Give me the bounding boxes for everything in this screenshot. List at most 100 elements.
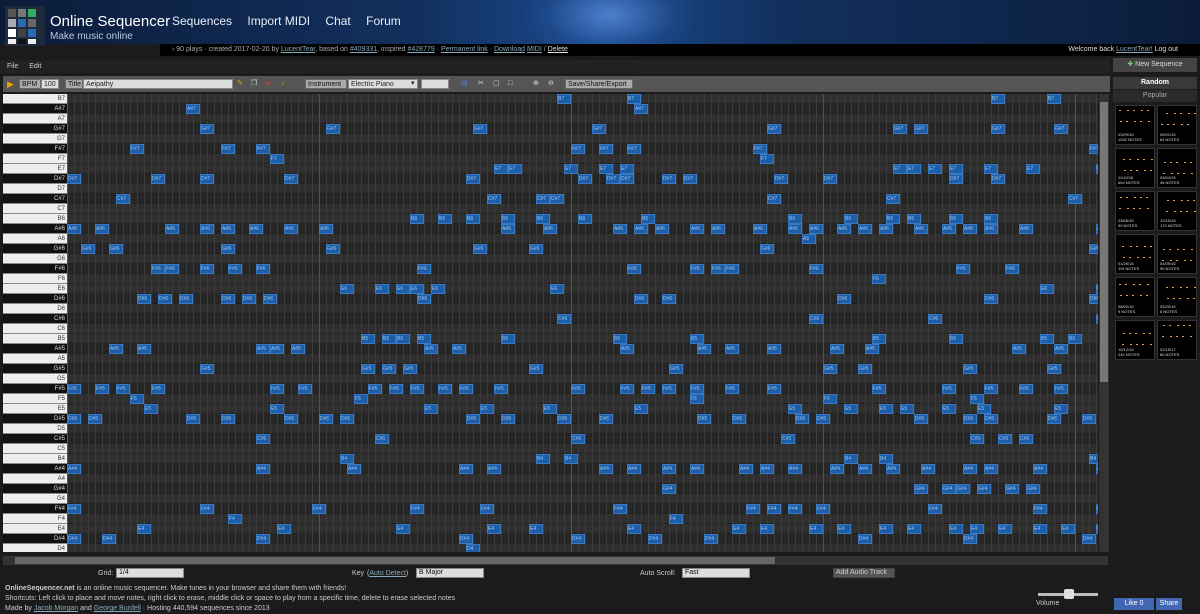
note-block[interactable]: D#7 <box>200 174 214 184</box>
note-block[interactable]: A#5 <box>1012 344 1026 354</box>
note-block[interactable]: F#7 <box>571 144 585 154</box>
note-block[interactable]: B4 <box>340 454 354 464</box>
note-block[interactable]: F#6 <box>417 264 431 274</box>
play-icon[interactable]: ▶ <box>7 79 15 89</box>
note-block[interactable]: C#7 <box>116 194 130 204</box>
note-block[interactable]: E7 <box>893 164 907 174</box>
note-block[interactable]: E4 <box>1033 524 1047 534</box>
note-block[interactable]: G#5 <box>382 364 396 374</box>
note-block[interactable]: G#6 <box>760 244 774 254</box>
note-block[interactable]: A#4 <box>830 464 844 474</box>
note-block[interactable]: D#4 <box>1082 534 1096 544</box>
sequence-thumbnail[interactable]: 10/12/16 240 NOTES <box>1115 320 1155 360</box>
piano-key[interactable]: F#7 <box>3 144 67 154</box>
note-block[interactable]: E4 <box>760 524 774 534</box>
note-block[interactable]: F#4 <box>1033 504 1047 514</box>
note-block[interactable]: E4 <box>487 524 501 534</box>
note-block[interactable]: F5 <box>823 394 837 404</box>
note-block[interactable]: A#5 <box>109 344 123 354</box>
note-block[interactable]: A#5 <box>256 344 270 354</box>
grid-select[interactable]: 1/4 <box>116 568 184 578</box>
note-block[interactable]: A#6 <box>858 224 872 234</box>
note-block[interactable]: B7 <box>627 94 641 104</box>
facebook-like-button[interactable]: Like 0 <box>1114 598 1154 610</box>
note-block[interactable]: D#7 <box>606 174 620 184</box>
username-link[interactable]: LucentTear! <box>1116 46 1153 53</box>
piano-key[interactable]: C#6 <box>3 314 67 324</box>
note-block[interactable]: A#4 <box>984 464 998 474</box>
note-block[interactable]: D#6 <box>158 294 172 304</box>
note-block[interactable]: B4 <box>564 454 578 464</box>
note-block[interactable]: G#5 <box>963 364 977 374</box>
note-block[interactable]: E4 <box>137 524 151 534</box>
sequence-thumbnail[interactable]: 08/02/16 9 NOTES <box>1115 277 1155 317</box>
note-block[interactable]: C#7 <box>536 194 550 204</box>
note-block[interactable]: A#6 <box>837 224 851 234</box>
note-block[interactable]: F#5 <box>641 384 655 394</box>
note-block[interactable]: F#6 <box>200 264 214 274</box>
note-block[interactable]: B6 <box>886 214 900 224</box>
note-block[interactable]: A#5 <box>725 344 739 354</box>
note-block[interactable]: F#7 <box>130 144 144 154</box>
inspired-link[interactable]: #428779 <box>408 46 435 53</box>
note-block[interactable]: B7 <box>1047 94 1061 104</box>
note-block[interactable]: A#5 <box>424 344 438 354</box>
note-block[interactable]: E5 <box>424 404 438 414</box>
piano-key[interactable]: G#5 <box>3 364 67 374</box>
note-block[interactable]: B5 <box>949 334 963 344</box>
note-block[interactable]: C#6 <box>928 314 942 324</box>
note-block[interactable]: D#5 <box>340 414 354 424</box>
note-block[interactable]: G#5 <box>669 364 683 374</box>
note-block[interactable]: F#6 <box>151 264 165 274</box>
piano-key[interactable]: E7 <box>3 164 67 174</box>
note-block[interactable]: A#5 <box>620 344 634 354</box>
note-block[interactable]: A#6 <box>634 224 648 234</box>
piano-key[interactable]: C6 <box>3 324 67 334</box>
note-block[interactable]: E7 <box>1026 164 1040 174</box>
note-block[interactable]: B6 <box>536 214 550 224</box>
note-block[interactable]: G#6 <box>473 244 487 254</box>
note-block[interactable]: G#5 <box>200 364 214 374</box>
note-block[interactable]: E6 <box>396 284 410 294</box>
note-block[interactable]: F#6 <box>228 264 242 274</box>
note-block[interactable]: E5 <box>543 404 557 414</box>
nav-forum[interactable]: Forum <box>366 14 401 28</box>
note-block[interactable]: B6 <box>578 214 592 224</box>
note-block[interactable]: F#5 <box>95 384 109 394</box>
note-block[interactable]: G#6 <box>529 244 543 254</box>
note-block[interactable]: G#5 <box>529 364 543 374</box>
note-block[interactable]: D#4 <box>963 534 977 544</box>
note-block[interactable]: D#5 <box>557 414 571 424</box>
note-block[interactable]: E6 <box>431 284 445 294</box>
piano-key[interactable]: E5 <box>3 404 67 414</box>
record-icon[interactable]: ● <box>266 79 276 89</box>
note-block[interactable]: A#5 <box>697 344 711 354</box>
sequence-thumbnail[interactable]: 01/09/16 90 NOTES <box>1157 234 1197 274</box>
note-block[interactable]: B5 <box>382 334 396 344</box>
note-block[interactable]: D#7 <box>284 174 298 184</box>
facebook-share-button[interactable]: Share <box>1156 598 1182 610</box>
key-select[interactable]: B Major <box>416 568 484 578</box>
note-block[interactable]: D#6 <box>662 294 676 304</box>
sequence-thumbnail[interactable]: 11/19/16 664 NOTES <box>1115 148 1155 188</box>
note-block[interactable]: C#6 <box>1096 314 1098 324</box>
note-block[interactable]: F#5 <box>116 384 130 394</box>
piano-key[interactable]: A#5 <box>3 344 67 354</box>
piano-key[interactable]: B7 <box>3 94 67 104</box>
note-block[interactable]: B5 <box>690 334 704 344</box>
note-block[interactable]: G#4 <box>914 484 928 494</box>
logout-link[interactable]: Log out <box>1155 46 1178 53</box>
note-block[interactable]: C#7 <box>886 194 900 204</box>
piano-key[interactable]: G7 <box>3 134 67 144</box>
note-block[interactable]: E5 <box>788 404 802 414</box>
note-block[interactable]: A#5 <box>865 344 879 354</box>
note-block[interactable]: F#5 <box>690 384 704 394</box>
note-block[interactable]: A#4 <box>459 464 473 474</box>
note-block[interactable]: G#5 <box>361 364 375 374</box>
note-block[interactable]: A#6 <box>501 224 515 234</box>
note-block[interactable]: E7 <box>949 164 963 174</box>
piano-key[interactable]: G5 <box>3 374 67 384</box>
note-block[interactable]: D#7 <box>949 174 963 184</box>
note-block[interactable]: F#7 <box>256 144 270 154</box>
note-block[interactable]: D#6 <box>137 294 151 304</box>
